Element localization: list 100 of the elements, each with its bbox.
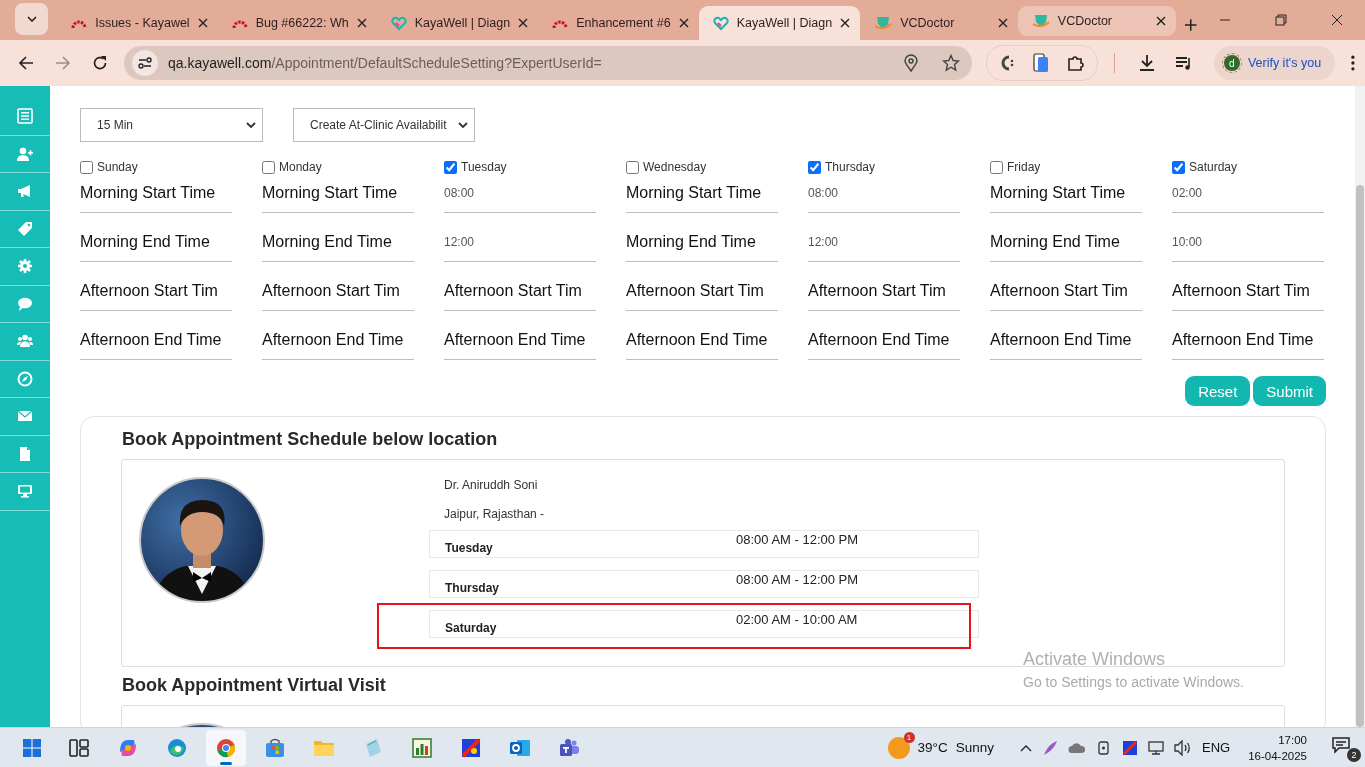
- phone-icon[interactable]: [1032, 53, 1049, 73]
- time-field[interactable]: Afternoon Start Tim: [808, 272, 960, 311]
- download-icon[interactable]: [1137, 54, 1156, 72]
- mode-select[interactable]: Create At-Clinic Availabilit: [293, 108, 475, 142]
- time-field[interactable]: 08:00: [808, 174, 960, 213]
- time-field[interactable]: Morning End Time: [990, 223, 1142, 262]
- time-field[interactable]: Morning Start Time: [80, 174, 232, 213]
- puzzle-icon[interactable]: [1066, 54, 1085, 72]
- day-checkbox[interactable]: [626, 160, 639, 174]
- list-icon: [17, 108, 33, 125]
- day-checkbox[interactable]: [80, 160, 93, 174]
- browser-tab[interactable]: Bug #66222: Wh: [217, 6, 377, 40]
- time-field[interactable]: Morning End Time: [80, 223, 232, 262]
- close-icon[interactable]: [678, 18, 689, 28]
- menu-icon[interactable]: [1351, 55, 1355, 71]
- close-icon[interactable]: [197, 18, 208, 28]
- close-icon[interactable]: [356, 18, 367, 28]
- time-field[interactable]: Afternoon Start Tim: [444, 272, 596, 311]
- speaker-icon[interactable]: [1174, 739, 1192, 756]
- browser-tab[interactable]: VCDoctor: [860, 6, 1018, 40]
- weather-condition: Sunny: [955, 740, 994, 755]
- time-field[interactable]: Afternoon Start Tim: [990, 272, 1142, 311]
- slot-select[interactable]: 15 Min: [80, 108, 263, 142]
- day-checkbox[interactable]: [990, 160, 1003, 174]
- time-field[interactable]: Afternoon End Time: [80, 321, 232, 360]
- schedule-day: Saturday: [430, 621, 736, 637]
- time-field[interactable]: Afternoon End Time: [262, 321, 414, 360]
- restore-icon[interactable]: [1275, 14, 1287, 26]
- file-icon: [17, 445, 33, 462]
- tab-title: Issues - Kayawel: [95, 16, 190, 30]
- feather-icon[interactable]: [1042, 739, 1058, 756]
- user-plus-icon: [17, 145, 33, 162]
- language-indicator[interactable]: ENG: [1202, 740, 1231, 755]
- time-field[interactable]: Afternoon End Time: [626, 321, 778, 360]
- schedule-time: 08:00 AM - 12:00 PM: [736, 531, 860, 549]
- day-label: Sunday: [97, 160, 138, 174]
- time-field[interactable]: Morning Start Time: [990, 174, 1142, 213]
- time-field[interactable]: Morning End Time: [262, 223, 414, 262]
- device-icon[interactable]: [1096, 739, 1112, 756]
- time-field[interactable]: Afternoon Start Tim: [626, 272, 778, 311]
- time-field[interactable]: Afternoon End Time: [444, 321, 596, 360]
- close-icon[interactable]: [1155, 16, 1166, 26]
- reload-icon[interactable]: [91, 55, 108, 71]
- location-pin-icon[interactable]: [903, 54, 918, 72]
- clock-time: 17:00: [1278, 732, 1307, 748]
- clock[interactable]: 17:00 16-04-2025: [1248, 731, 1307, 764]
- doctor-name: Dr. Aniruddh Soni: [443, 478, 539, 492]
- network-icon[interactable]: [1148, 739, 1164, 756]
- time-field[interactable]: 08:00: [444, 174, 596, 213]
- back-icon[interactable]: [18, 55, 35, 71]
- tune-icon[interactable]: [137, 57, 152, 69]
- forward-icon[interactable]: [54, 55, 71, 71]
- browser-tab[interactable]: KayaWell | Diagn: [376, 6, 539, 40]
- day-checkbox[interactable]: [444, 160, 457, 174]
- close-icon[interactable]: [1331, 14, 1343, 26]
- address-bar[interactable]: qa.kayawell.com/Appointment/DefaultScheduleSetting?ExpertUserId=: [123, 46, 972, 80]
- time-field[interactable]: Morning End Time: [626, 223, 778, 262]
- browser-tab[interactable]: VCDoctor: [1017, 6, 1176, 36]
- cloud-icon[interactable]: [1068, 741, 1086, 754]
- time-field[interactable]: 10:00: [1172, 223, 1324, 262]
- close-icon[interactable]: [840, 18, 851, 28]
- day-label: Tuesday: [461, 160, 507, 174]
- windows-start-icon[interactable]: [23, 738, 41, 757]
- monitor-icon: [17, 483, 33, 500]
- section-title: Book Appointment Virtual Visit: [122, 675, 386, 696]
- day-checkbox[interactable]: [1172, 160, 1185, 174]
- time-field[interactable]: Afternoon Start Tim: [262, 272, 414, 311]
- time-field[interactable]: Afternoon End Time: [808, 321, 960, 360]
- tab-title: Bug #66222: Wh: [255, 16, 349, 30]
- browser-tab[interactable]: Issues - Kayawel: [57, 6, 218, 40]
- time-field[interactable]: 12:00: [808, 223, 960, 262]
- time-field[interactable]: 12:00: [444, 223, 596, 262]
- profile-button[interactable]: d Verify it's you: [1213, 46, 1336, 80]
- time-field[interactable]: 02:00: [1172, 174, 1324, 213]
- star-icon[interactable]: [941, 54, 960, 72]
- paint-icon[interactable]: [1122, 739, 1138, 756]
- day-label: Friday: [1007, 160, 1041, 174]
- browser-tab[interactable]: Enhancement #6: [538, 6, 699, 40]
- close-icon[interactable]: [518, 18, 529, 28]
- time-field[interactable]: Afternoon Start Tim: [80, 272, 232, 311]
- day-checkbox[interactable]: [808, 160, 821, 174]
- browser-tab[interactable]: KayaWell | Diagn: [698, 6, 861, 40]
- close-icon[interactable]: [997, 18, 1008, 28]
- schedule-time: 08:00 AM - 12:00 PM: [736, 571, 860, 589]
- new-tab-icon[interactable]: [1183, 18, 1197, 32]
- megaphone-icon: [17, 183, 33, 200]
- chevron-up-icon[interactable]: [1020, 743, 1032, 752]
- scrollbar-thumb[interactable]: [1356, 185, 1364, 727]
- chart-icon[interactable]: [410, 735, 434, 760]
- hearts-icon: [390, 15, 407, 31]
- time-field[interactable]: Afternoon Start Tim: [1172, 272, 1324, 311]
- time-field[interactable]: Afternoon End Time: [1172, 321, 1324, 360]
- time-field[interactable]: Morning Start Time: [626, 174, 778, 213]
- time-field[interactable]: Afternoon End Time: [990, 321, 1142, 360]
- taskbar-app[interactable]: [206, 729, 246, 766]
- shield-icon: [1031, 13, 1050, 29]
- sun-icon[interactable]: [887, 736, 910, 759]
- media-icon[interactable]: [1174, 55, 1193, 71]
- time-field[interactable]: Morning Start Time: [262, 174, 414, 213]
- day-checkbox[interactable]: [262, 160, 275, 174]
